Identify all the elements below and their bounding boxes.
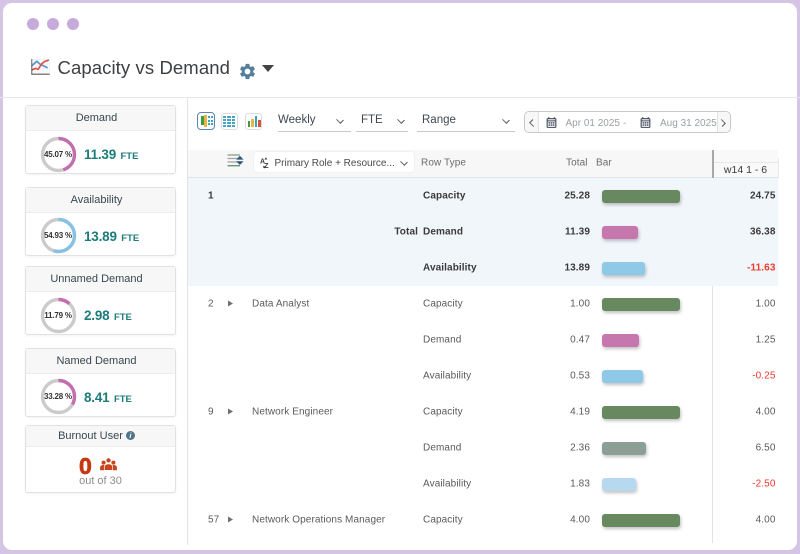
svg-text:Z: Z	[264, 163, 269, 169]
